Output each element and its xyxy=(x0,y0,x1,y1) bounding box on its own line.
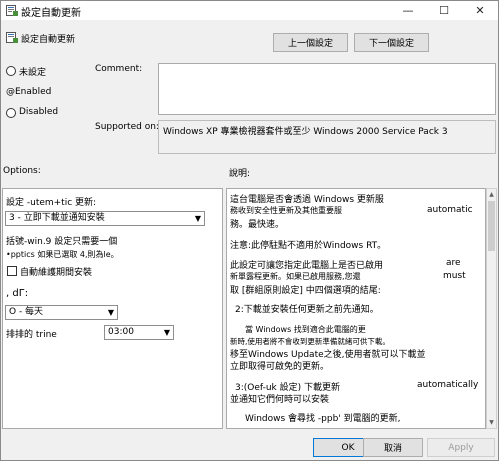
help-line: 這台電腦是否會透過 Windows 更新服 xyxy=(230,195,384,205)
help-line: automatic xyxy=(427,205,473,215)
install-day-combo[interactable]: O - 每天 ▼ xyxy=(5,305,118,320)
window-title: 設定自動更新 xyxy=(21,8,81,19)
dialog-window: 設定自動更新 — ☐ ✕ 設定自動更新 上一個設定 下一個設定 未設定 @Ena… xyxy=(0,0,499,461)
install-time-combo[interactable]: 03:00 ▼ xyxy=(104,325,174,340)
symbol-text: , dГ: xyxy=(6,288,29,299)
supported-on-label: Supported on: xyxy=(95,122,159,132)
supported-on-value: Windows XP 專業檢視器套件或至少 Windows 2000 Servi… xyxy=(158,120,496,154)
help-line: 2:下載並安裝任何更新之前先通知。 xyxy=(235,305,379,315)
help-line: 立即取得可啟免的更新。 xyxy=(230,362,330,372)
not-configured-label: 未設定 xyxy=(19,68,47,78)
help-line: 務。最快速。 xyxy=(230,220,285,230)
chevron-down-icon: ▼ xyxy=(163,328,170,337)
help-line: 當 Windows 找到適合此電腦的更 xyxy=(245,325,366,334)
setting-icon xyxy=(6,31,18,43)
help-scrollbar[interactable]: ▲ ▼ xyxy=(486,188,497,429)
configure-updates-label: 設定 -utem+tic 更新: xyxy=(6,198,97,208)
policy-icon xyxy=(6,4,18,16)
scrollbar-thumb[interactable] xyxy=(488,201,495,251)
previous-setting-button[interactable]: 上一個設定 xyxy=(273,33,348,52)
help-line: 新單露程更新。如果已啟用服務,您還 xyxy=(230,272,361,281)
install-day-value: O - 每天 xyxy=(9,307,44,317)
install-time-value: 03:00 xyxy=(108,327,134,337)
not-configured-radio[interactable] xyxy=(6,66,16,76)
configure-updates-value: 3 - 立即下載並通知安裝 xyxy=(9,213,105,223)
help-line: must xyxy=(443,271,466,281)
disabled-radio[interactable] xyxy=(6,108,16,118)
install-maintenance-checkbox[interactable] xyxy=(7,266,17,276)
options-panel: 設定 -utem+tic 更新: 3 - 立即下載並通知安裝 ▼ 括號-win.… xyxy=(2,188,223,429)
help-line: Windows 會尋找 -ppb' 到電腦的更新, xyxy=(245,414,401,424)
cancel-button[interactable]: 取消 xyxy=(363,438,423,457)
configure-updates-combo[interactable]: 3 - 立即下載並通知安裝 ▼ xyxy=(5,211,205,226)
disabled-label: Disabled xyxy=(19,107,59,117)
options-note-line2: •pptics 如果已選取 4,則為le。 xyxy=(6,250,119,259)
comment-textarea[interactable] xyxy=(158,63,496,115)
next-setting-button[interactable]: 下一個設定 xyxy=(354,33,429,52)
help-line: are xyxy=(446,258,461,268)
close-button[interactable]: ✕ xyxy=(462,1,498,20)
apply-button[interactable]: Apply xyxy=(427,438,495,457)
options-label: Options: xyxy=(3,166,41,176)
help-label: 說明: xyxy=(229,169,251,179)
maximize-button[interactable]: ☐ xyxy=(426,1,462,20)
chevron-down-icon: ▼ xyxy=(107,308,114,317)
help-line: 新時,使用者將不會收到更新準備就緒可供下載。 xyxy=(230,337,390,346)
help-line: 此設定可讓您指定此電腦上是否已啟用 xyxy=(230,261,384,271)
help-line: 務收到安全性更新及其他重要服 xyxy=(230,206,342,215)
install-time-label: 排排的 trine xyxy=(6,330,57,340)
setting-title: 設定自動更新 xyxy=(21,35,76,45)
chevron-down-icon: ▼ xyxy=(194,214,201,223)
minimize-button[interactable]: — xyxy=(390,1,426,20)
comment-label: Comment: xyxy=(95,64,143,74)
scroll-down-icon[interactable]: ▼ xyxy=(487,417,496,428)
install-maintenance-label: 自動維護期間安裝 xyxy=(20,268,93,278)
help-line: 取 [群組原則設定] 中四個選項的結尾: xyxy=(230,286,381,296)
scroll-up-icon[interactable]: ▲ xyxy=(487,189,496,200)
help-line: automatically xyxy=(417,380,479,390)
options-note-line1: 括號-win.9 設定只需要一個 xyxy=(6,237,118,247)
help-line: 注意:此停駐點不適用於Windows RT。 xyxy=(230,241,387,251)
help-panel: 這台電腦是否會透過 Windows 更新服 務收到安全性更新及其他重要服 aut… xyxy=(226,188,486,429)
help-line: 並通知它們何時可以安裝 xyxy=(230,395,330,405)
enabled-label[interactable]: @Enabled xyxy=(6,87,51,97)
title-bar: 設定自動更新 — ☐ ✕ xyxy=(1,1,498,20)
